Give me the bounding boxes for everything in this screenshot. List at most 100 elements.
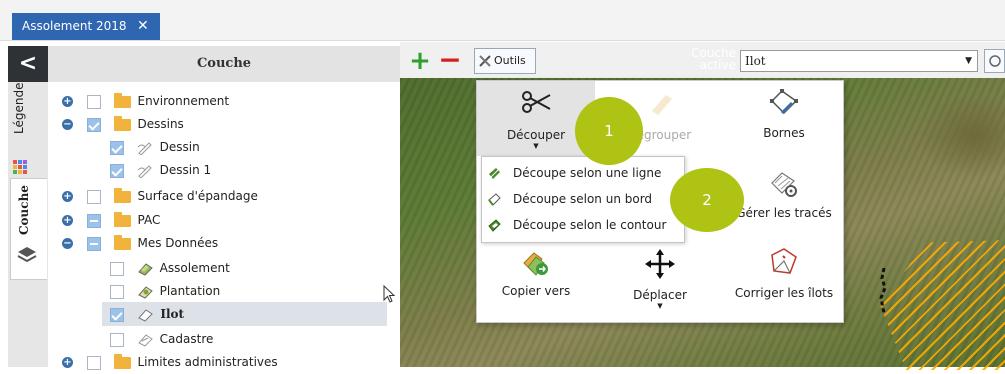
caret-down-icon: ▼ [657,302,663,310]
tab-couche[interactable]: Couche [10,178,47,280]
active-layer-select[interactable]: Ilot ▼ [740,50,978,72]
copier-vers-tool[interactable]: Copier vers [477,243,595,318]
active-layer-value: Ilot [745,54,766,68]
tree-row-mes-donnees[interactable]: − Mes Données [62,232,218,255]
layer-checkbox[interactable] [86,236,101,251]
corriger-ilots-label: Corriger les îlots [734,286,834,300]
expand-icon[interactable]: + [62,96,73,107]
cut-edge-icon [488,193,501,206]
gear-trace-icon [771,172,797,197]
merge-icon [652,95,672,115]
deplacer-label: Déplacer [633,288,687,302]
tree-label: Assolement [159,261,230,275]
tree-label: Environnement [137,94,230,108]
layer-checkbox[interactable] [110,261,124,276]
deplacer-tool[interactable]: Déplacer ▼ [601,243,719,318]
tree-label: Dessin [159,140,200,154]
tree-row-limites-administratives[interactable]: + Limites administratives [62,351,278,374]
tools-icon [479,55,491,67]
plantation-layer-icon [138,285,153,299]
tab-assolement-2018[interactable]: Assolement 2018 ✕ [12,13,160,40]
tab-couche-label: Couche [17,185,31,235]
bornes-label: Bornes [763,126,805,140]
fix-parcel-icon [771,248,797,274]
layer-checkbox[interactable] [86,94,101,109]
plus-icon[interactable]: + [408,48,432,74]
submenu-item-ligne[interactable]: Découpe selon une ligne [488,162,661,184]
layer-checkbox[interactable] [86,355,101,370]
tree-row-dessins[interactable]: − Dessins [62,113,184,136]
bornes-tool[interactable]: Bornes [725,81,843,156]
layer-checkbox[interactable] [110,163,124,178]
assolement-layer-icon [138,262,153,276]
layer-checkbox[interactable] [110,307,124,322]
tree-label: Dessin 1 [159,163,212,177]
tree-row-plantation[interactable]: Plantation [110,280,220,303]
parcel-border [879,268,887,314]
layer-checkbox[interactable] [110,332,124,347]
cut-contour-icon [488,219,501,232]
outils-button[interactable]: Outils [474,48,536,74]
layer-checkbox[interactable] [86,189,101,204]
tree-row-dessin[interactable]: Dessin [110,136,200,159]
layer-checkbox[interactable] [86,117,101,132]
layer-checkbox[interactable] [110,284,124,299]
bornes-icon [770,89,798,115]
submenu-label: Découpe selon le contour [513,218,667,232]
tree-label: Surface d'épandage [137,189,258,203]
tree-row-surface-epandage[interactable]: + Surface d'épandage [62,185,258,208]
cadastre-layer-icon [138,333,153,347]
ilot-layer-icon [138,308,153,322]
folder-icon [113,92,131,108]
tree-row-environnement[interactable]: + Environnement [62,90,229,113]
panel-title: Couche [196,56,252,71]
collapse-icon[interactable]: − [62,238,73,249]
tree-label: PAC [137,213,161,227]
close-icon[interactable]: ✕ [137,13,149,40]
tree-label: Plantation [159,284,221,298]
drawing-icon [137,164,152,178]
folder-icon [113,234,131,250]
drawing-icon [137,141,152,155]
submenu-item-bord[interactable]: Découpe selon un bord [488,188,652,210]
couche-label-line-2: active [699,58,736,72]
submenu-label: Découpe selon un bord [513,192,653,206]
tree-row-dessin-1[interactable]: Dessin 1 [110,159,211,182]
tab-label: Assolement 2018 [22,19,127,33]
layers-icon [17,247,37,263]
step-badge-1: 1 [575,97,643,165]
tree-label: Dessins [137,117,184,131]
dropdown-arrow-icon: ▼ [965,56,972,66]
couche-active-label: Couche active [686,47,736,71]
zoom-icon[interactable] [984,49,1005,73]
folder-icon [113,211,131,227]
folder-icon [113,115,131,131]
expand-icon[interactable]: + [62,191,73,202]
tree-row-assolement[interactable]: Assolement [110,257,230,280]
tree-row-cadastre[interactable]: Cadastre [110,328,213,351]
layer-checkbox[interactable] [110,140,124,155]
decouper-submenu: Découpe selon une ligne Découpe selon un… [481,156,685,243]
expand-icon[interactable]: + [62,357,73,368]
tree-label: Mes Données [137,236,219,250]
mouse-cursor-icon [383,285,396,303]
folder-icon [113,187,131,203]
outils-label: Outils [494,54,526,67]
submenu-label: Découpe selon une ligne [513,166,662,180]
chevron-left-icon[interactable]: < [8,46,48,82]
corriger-ilots-tool[interactable]: Corriger les îlots [725,243,843,318]
copy-to-icon [523,252,548,276]
tree-label: Ilot [160,307,185,321]
submenu-item-contour[interactable]: Découpe selon le contour [488,214,666,236]
tree-label: Cadastre [159,332,214,346]
expand-icon[interactable]: + [62,215,73,226]
minus-icon[interactable]: − [437,46,463,74]
move-icon [645,249,675,279]
cut-line-icon [489,168,500,179]
scissors-icon [522,91,551,113]
collapse-icon[interactable]: − [62,119,73,130]
tree-row-ilot[interactable]: Ilot [110,303,184,326]
tree-row-pac[interactable]: + PAC [62,209,160,232]
layer-checkbox[interactable] [86,213,101,228]
step-badge-2: 2 [670,168,744,232]
